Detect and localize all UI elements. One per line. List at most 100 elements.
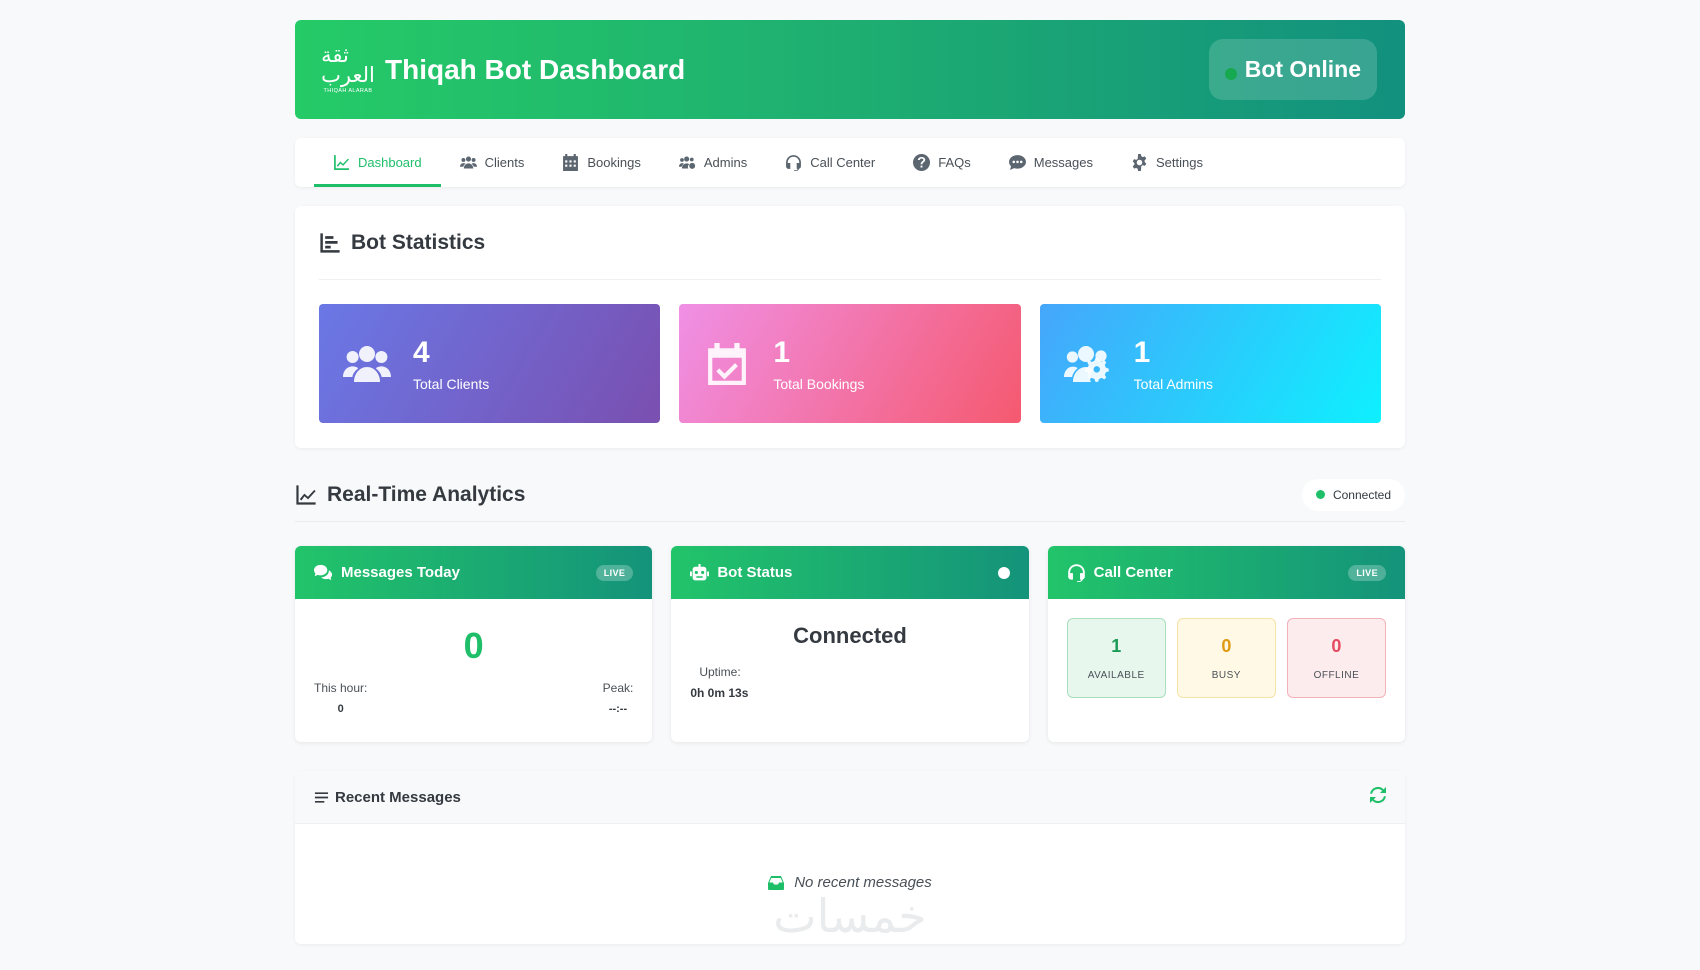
uptime-value: 0h 0m 13s: [690, 686, 749, 700]
logo-arabic-text: ثقة العرب: [321, 43, 375, 87]
users-cog-icon: [678, 156, 695, 169]
calendar-icon: [563, 154, 579, 171]
question-circle-icon: [913, 154, 931, 171]
recent-messages-title: Recent Messages: [314, 789, 461, 806]
main-nav: Dashboard Clients Bookings Admins Call C…: [295, 138, 1405, 187]
headset-icon: [786, 155, 802, 171]
this-hour: This hour: 0: [314, 681, 367, 715]
this-hour-label: This hour:: [314, 681, 368, 695]
card-title-label: Messages Today: [341, 564, 460, 581]
card-header: Bot Status: [671, 546, 1029, 599]
card-header: Messages Today LIVE: [295, 546, 653, 599]
chart-bar-icon: [320, 232, 340, 253]
comment-dots-icon: [1008, 155, 1026, 170]
live-badge: LIVE: [595, 564, 634, 581]
tab-label: Call Center: [810, 155, 876, 170]
live-badge: LIVE: [1348, 564, 1386, 581]
agent-status-row: 1 AVAILABLE 0 BUSY 0 OFFLINE: [1066, 618, 1386, 698]
tab-label: FAQs: [938, 155, 971, 170]
bot-statistics-card: Bot Statistics 4 Total Clients 1 Total B…: [295, 206, 1405, 448]
messages-meta: This hour: 0 Peak: --:--: [314, 681, 633, 715]
recent-messages-header: Recent Messages: [295, 771, 1405, 824]
connection-status-label: Connected: [1332, 487, 1391, 502]
tab-label: Bookings: [587, 155, 641, 170]
stat-total-bookings: 1 Total Bookings: [679, 304, 1021, 423]
peak-value: --:--: [608, 703, 628, 715]
card-title-label: Bot Status: [717, 564, 793, 581]
header-bar: ثقة العرب THIQAH ALARAB Thiqah Bot Dashb…: [295, 20, 1405, 119]
refresh-button[interactable]: [1370, 786, 1386, 808]
tab-admins[interactable]: Admins: [660, 138, 766, 187]
recent-messages-label: Recent Messages: [335, 788, 461, 806]
bot-status-label: Bot Online: [1244, 56, 1361, 82]
stat-value: 4: [413, 335, 430, 369]
bot-status-badge: Bot Online: [1208, 39, 1377, 100]
card-body: Connected Uptime: 0h 0m 13s: [671, 623, 1028, 700]
tab-dashboard[interactable]: Dashboard: [314, 138, 441, 187]
stat-label: Total Clients: [413, 375, 490, 392]
stat-total-admins: 1 Total Admins: [1039, 304, 1381, 423]
bot-status-indicator: [997, 566, 1010, 579]
card-title: Bot Status: [690, 563, 792, 582]
refresh-icon: [1370, 786, 1386, 803]
peak-label: Peak:: [602, 681, 634, 695]
stat-row: 4 Total Clients 1 Total Bookings 1 Total…: [319, 304, 1381, 423]
robot-icon: [690, 564, 710, 581]
stat-label: Total Bookings: [773, 375, 865, 392]
card-body: 0 This hour: 0 Peak: --:--: [295, 625, 652, 715]
tab-label: Dashboard: [358, 155, 422, 170]
messages-today-card: Messages Today LIVE 0 This hour: 0 Peak:…: [295, 546, 653, 742]
list-icon: [314, 791, 329, 803]
available-label: AVAILABLE: [1087, 669, 1145, 681]
agents-available: 1 AVAILABLE: [1066, 618, 1166, 698]
card-title: Messages Today: [314, 563, 460, 582]
busy-label: BUSY: [1211, 669, 1241, 681]
tab-call-center[interactable]: Call Center: [766, 138, 894, 187]
stat-total-clients: 4 Total Clients: [319, 304, 661, 423]
analytics-header: Real-Time Analytics Connected: [295, 472, 1405, 522]
gear-icon: [1132, 154, 1147, 171]
agents-busy: 0 BUSY: [1176, 618, 1276, 698]
status-dot-icon: [1315, 490, 1325, 499]
stat-text: 4 Total Clients: [413, 336, 489, 392]
stat-text: 1 Total Bookings: [773, 336, 864, 392]
stat-label: Total Admins: [1133, 375, 1214, 392]
users-icon: [459, 156, 477, 169]
chart-line-icon: [296, 484, 316, 505]
recent-messages-card: Recent Messages No recent messages خمسات: [295, 771, 1405, 944]
stat-value: 1: [773, 335, 791, 369]
messages-today-count: 0: [463, 625, 484, 666]
offline-label: OFFLINE: [1313, 669, 1360, 681]
logo-latin-text: THIQAH ALARAB: [323, 88, 373, 94]
card-header: Call Center LIVE: [1047, 546, 1405, 599]
analytics-title: Real-Time Analytics: [295, 483, 525, 507]
tab-label: Admins: [703, 155, 748, 170]
tab-clients[interactable]: Clients: [441, 138, 544, 187]
comments-icon: [314, 564, 333, 581]
tab-label: Messages: [1033, 155, 1093, 170]
section-title: Bot Statistics: [351, 230, 486, 254]
tab-label: Settings: [1156, 155, 1203, 170]
tab-messages[interactable]: Messages: [990, 138, 1112, 187]
agents-offline: 0 OFFLINE: [1286, 618, 1386, 698]
stat-value: 1: [1133, 335, 1151, 369]
calendar-check-icon: [708, 342, 747, 385]
uptime-label: Uptime:: [699, 665, 741, 679]
peak: Peak: --:--: [603, 681, 634, 715]
brand: ثقة العرب THIQAH ALARAB Thiqah Bot Dashb…: [321, 43, 685, 95]
offline-count: 0: [1331, 635, 1342, 656]
users-icon: [343, 345, 391, 382]
tab-label: Clients: [484, 155, 525, 170]
uptime: Uptime: 0h 0m 13s: [690, 665, 1009, 700]
connection-status-badge: Connected: [1301, 478, 1405, 511]
tab-bookings[interactable]: Bookings: [543, 138, 659, 187]
headset-icon: [1067, 564, 1085, 582]
card-title-label: Call Center: [1093, 564, 1173, 581]
bot-status-card: Bot Status Connected Uptime: 0h 0m 13s: [671, 546, 1029, 742]
card-title: Call Center: [1067, 563, 1173, 582]
call-center-card: Call Center LIVE 1 AVAILABLE 0 BUSY 0 OF…: [1047, 546, 1405, 742]
tab-faqs[interactable]: FAQs: [894, 138, 990, 187]
analytics-cards: Messages Today LIVE 0 This hour: 0 Peak:…: [295, 546, 1405, 742]
section-title: Real-Time Analytics: [327, 482, 526, 506]
tab-settings[interactable]: Settings: [1112, 138, 1222, 187]
